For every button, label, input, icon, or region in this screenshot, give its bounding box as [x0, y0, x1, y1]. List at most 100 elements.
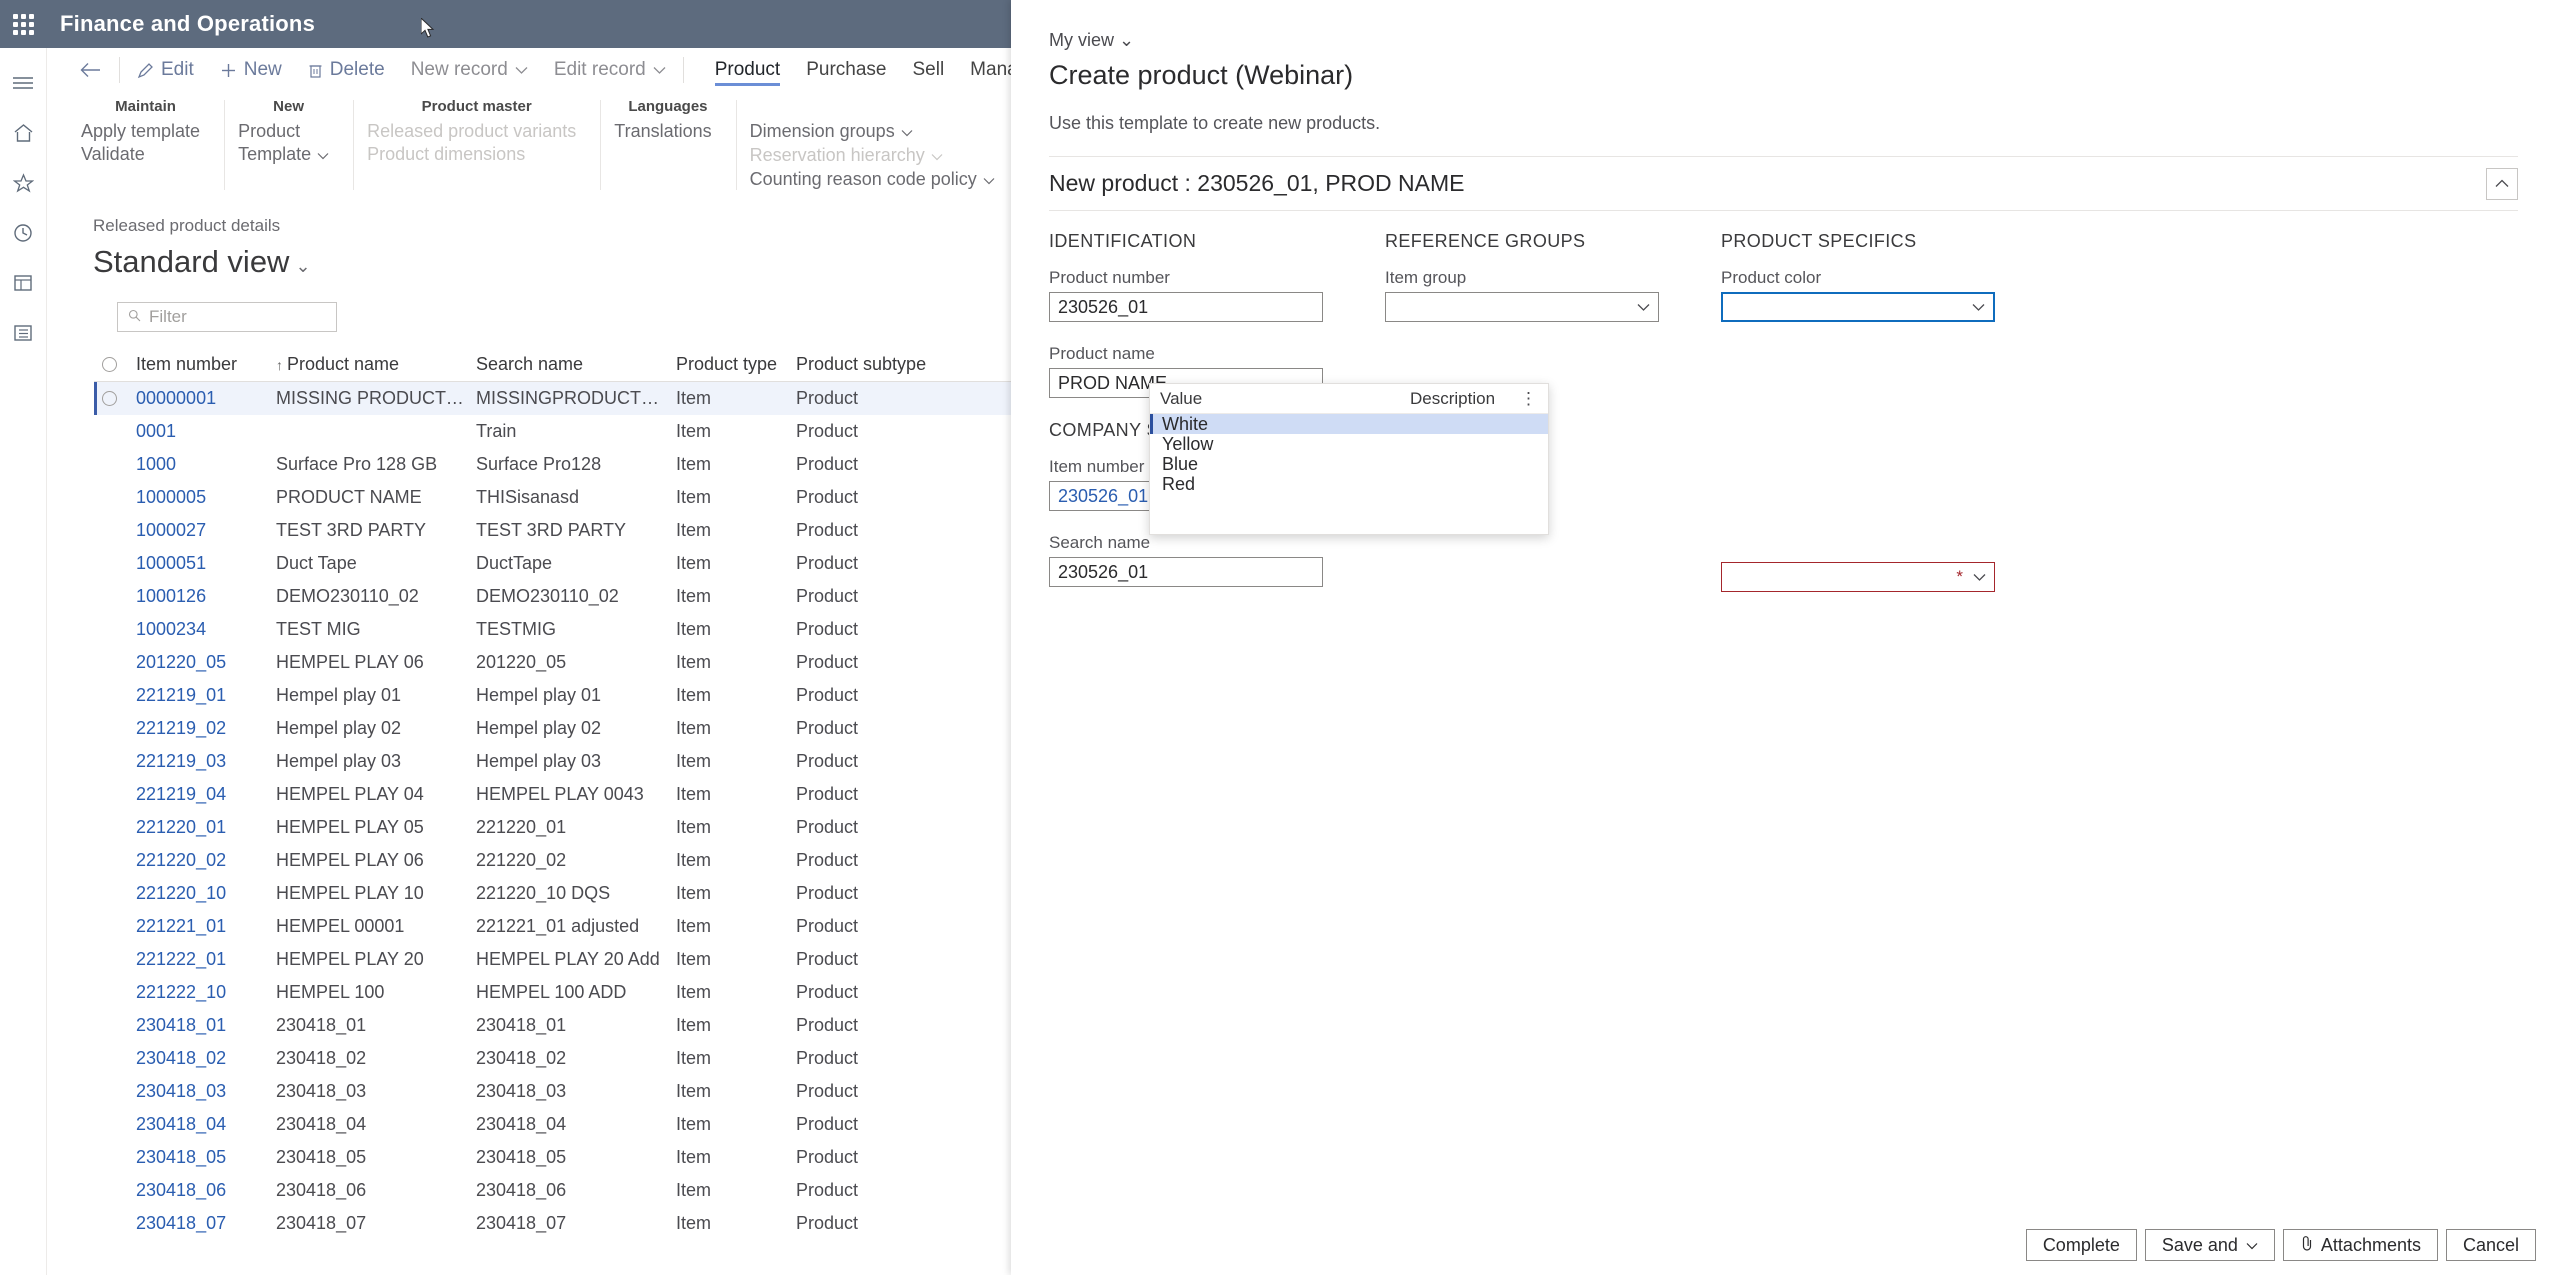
cell-item[interactable]: 221219_01 — [136, 685, 276, 706]
cell-item[interactable]: 221220_10 — [136, 883, 276, 904]
tab-purchase[interactable]: Purchase — [793, 48, 899, 92]
tab-product[interactable]: Product — [702, 48, 793, 92]
ribbon-item-apply-template[interactable]: Apply template — [81, 120, 210, 143]
edit-button[interactable]: Edit — [124, 53, 207, 87]
cell-psub: Product — [796, 949, 859, 969]
cell-ptype: Item — [676, 751, 712, 771]
cell-item[interactable]: 221219_04 — [136, 784, 276, 805]
row-select-radio[interactable] — [94, 391, 136, 406]
save-and-button[interactable]: Save and — [2144, 1229, 2275, 1261]
product-color-dropdown: Value Description ⋮ White Yellow Blue Red — [1149, 383, 1549, 535]
column-header-search-name[interactable]: Search name — [476, 354, 676, 375]
input-search-name[interactable]: 230526_01 — [1049, 557, 1323, 587]
cell-psub: Product — [796, 421, 859, 441]
column-header-product-name[interactable]: ↑ Product name — [276, 354, 476, 375]
cell-item[interactable]: 1000126 — [136, 586, 276, 607]
cell-sname: 221221_01 adjusted — [476, 916, 640, 936]
cell-pname: Surface Pro 128 GB — [276, 454, 438, 474]
cell-pname: HEMPEL PLAY 20 — [276, 949, 424, 969]
select-all-radio[interactable] — [94, 357, 136, 372]
cell-item[interactable]: 1000 — [136, 454, 276, 475]
chevron-down-icon[interactable]: ⌄ — [295, 256, 310, 276]
modules-icon[interactable] — [2, 312, 44, 354]
filter-input[interactable]: Filter — [117, 302, 337, 332]
cell-psub: Product — [796, 586, 859, 606]
back-arrow-icon[interactable] — [67, 53, 115, 87]
chevron-up-icon[interactable] — [2486, 167, 2518, 200]
cell-pname: 230418_03 — [276, 1081, 367, 1101]
cell-item[interactable]: 0001 — [136, 421, 276, 442]
ribbon-item-validate[interactable]: Validate — [81, 143, 210, 166]
chevron-down-icon[interactable] — [1972, 299, 1985, 316]
input-item-group[interactable] — [1385, 292, 1659, 322]
ribbon-item-dimension-groups[interactable]: Dimension groups — [750, 120, 1005, 144]
dropdown-option-red[interactable]: Red — [1150, 474, 1548, 494]
cell-item[interactable]: 230418_01 — [136, 1015, 276, 1036]
input-required-combobox[interactable]: * — [1721, 562, 1995, 592]
column-header-product-type[interactable]: Product type — [676, 354, 796, 375]
cell-sname: TESTMIG — [476, 619, 556, 639]
tab-sell[interactable]: Sell — [899, 48, 957, 92]
cell-item[interactable]: 00000001 — [136, 388, 276, 409]
dropdown-options: White Yellow Blue Red — [1150, 414, 1548, 494]
app-title: Finance and Operations — [60, 11, 316, 36]
cell-ptype: Item — [676, 850, 712, 870]
new-button[interactable]: New — [207, 53, 295, 87]
cell-item[interactable]: 221219_02 — [136, 718, 276, 739]
edit-record-menu[interactable]: Edit record — [541, 53, 679, 87]
cell-item[interactable]: 221222_01 — [136, 949, 276, 970]
cell-item[interactable]: 221221_01 — [136, 916, 276, 937]
chevron-down-icon[interactable] — [1637, 299, 1650, 316]
workspaces-icon[interactable] — [2, 262, 44, 304]
search-icon — [128, 307, 141, 327]
cell-pname: 230418_06 — [276, 1180, 367, 1200]
ribbon-item-counting-reason-code-policy[interactable]: Counting reason code policy — [750, 168, 1005, 192]
cell-ptype: Item — [676, 652, 712, 672]
cell-item[interactable]: 1000051 — [136, 553, 276, 574]
attachments-button[interactable]: Attachments — [2282, 1229, 2438, 1261]
delete-button[interactable]: Delete — [295, 53, 398, 87]
cell-item[interactable]: 230418_06 — [136, 1180, 276, 1201]
new-record-menu[interactable]: New record — [398, 53, 541, 87]
cell-item[interactable]: 221219_03 — [136, 751, 276, 772]
cell-item[interactable]: 230418_07 — [136, 1213, 276, 1234]
app-launcher-icon[interactable] — [0, 0, 46, 48]
ribbon-item-template[interactable]: Template — [238, 143, 339, 167]
dropdown-option-blue[interactable]: Blue — [1150, 454, 1548, 474]
input-product-number[interactable]: 230526_01 — [1049, 292, 1323, 322]
cell-item[interactable]: 1000027 — [136, 520, 276, 541]
chevron-down-icon[interactable] — [1973, 569, 1986, 586]
cell-item[interactable]: 201220_05 — [136, 652, 276, 673]
cell-item[interactable]: 230418_03 — [136, 1081, 276, 1102]
star-icon[interactable] — [2, 162, 44, 204]
cell-pname: 230418_02 — [276, 1048, 367, 1068]
hamburger-icon[interactable] — [2, 62, 44, 104]
cell-item[interactable]: 221220_01 — [136, 817, 276, 838]
cell-item[interactable]: 230418_02 — [136, 1048, 276, 1069]
recent-icon[interactable] — [2, 212, 44, 254]
column-header-product-subtype[interactable]: Product subtype — [796, 354, 1021, 375]
cancel-button[interactable]: Cancel — [2445, 1229, 2536, 1261]
cell-item[interactable]: 230418_05 — [136, 1147, 276, 1168]
cell-item[interactable]: 1000234 — [136, 619, 276, 640]
cell-ptype: Item — [676, 421, 712, 441]
dropdown-column-value: Value — [1160, 388, 1203, 408]
cell-item[interactable]: 221220_02 — [136, 850, 276, 871]
chevron-down-icon — [653, 66, 666, 75]
fasttab-header[interactable]: New product : 230526_01, PROD NAME — [1049, 157, 2518, 211]
home-icon[interactable] — [2, 112, 44, 154]
input-product-color[interactable] — [1721, 292, 1995, 322]
my-view-selector[interactable]: My view ⌄ — [1011, 0, 1134, 51]
ribbon-item-product[interactable]: Product — [238, 120, 339, 143]
cell-item[interactable]: 230418_04 — [136, 1114, 276, 1135]
dropdown-option-white[interactable]: White — [1150, 414, 1548, 434]
cell-item[interactable]: 221222_10 — [136, 982, 276, 1003]
more-vertical-icon[interactable]: ⋮ — [1520, 389, 1538, 409]
dropdown-option-yellow[interactable]: Yellow — [1150, 434, 1548, 454]
ribbon-item-translations[interactable]: Translations — [614, 120, 721, 143]
complete-button[interactable]: Complete — [2025, 1229, 2137, 1261]
cell-item[interactable]: 1000005 — [136, 487, 276, 508]
edit-button-label: Edit — [161, 59, 194, 80]
column-header-item-number[interactable]: Item number — [136, 354, 276, 375]
cell-sname: HEMPEL PLAY 0043 — [476, 784, 644, 804]
